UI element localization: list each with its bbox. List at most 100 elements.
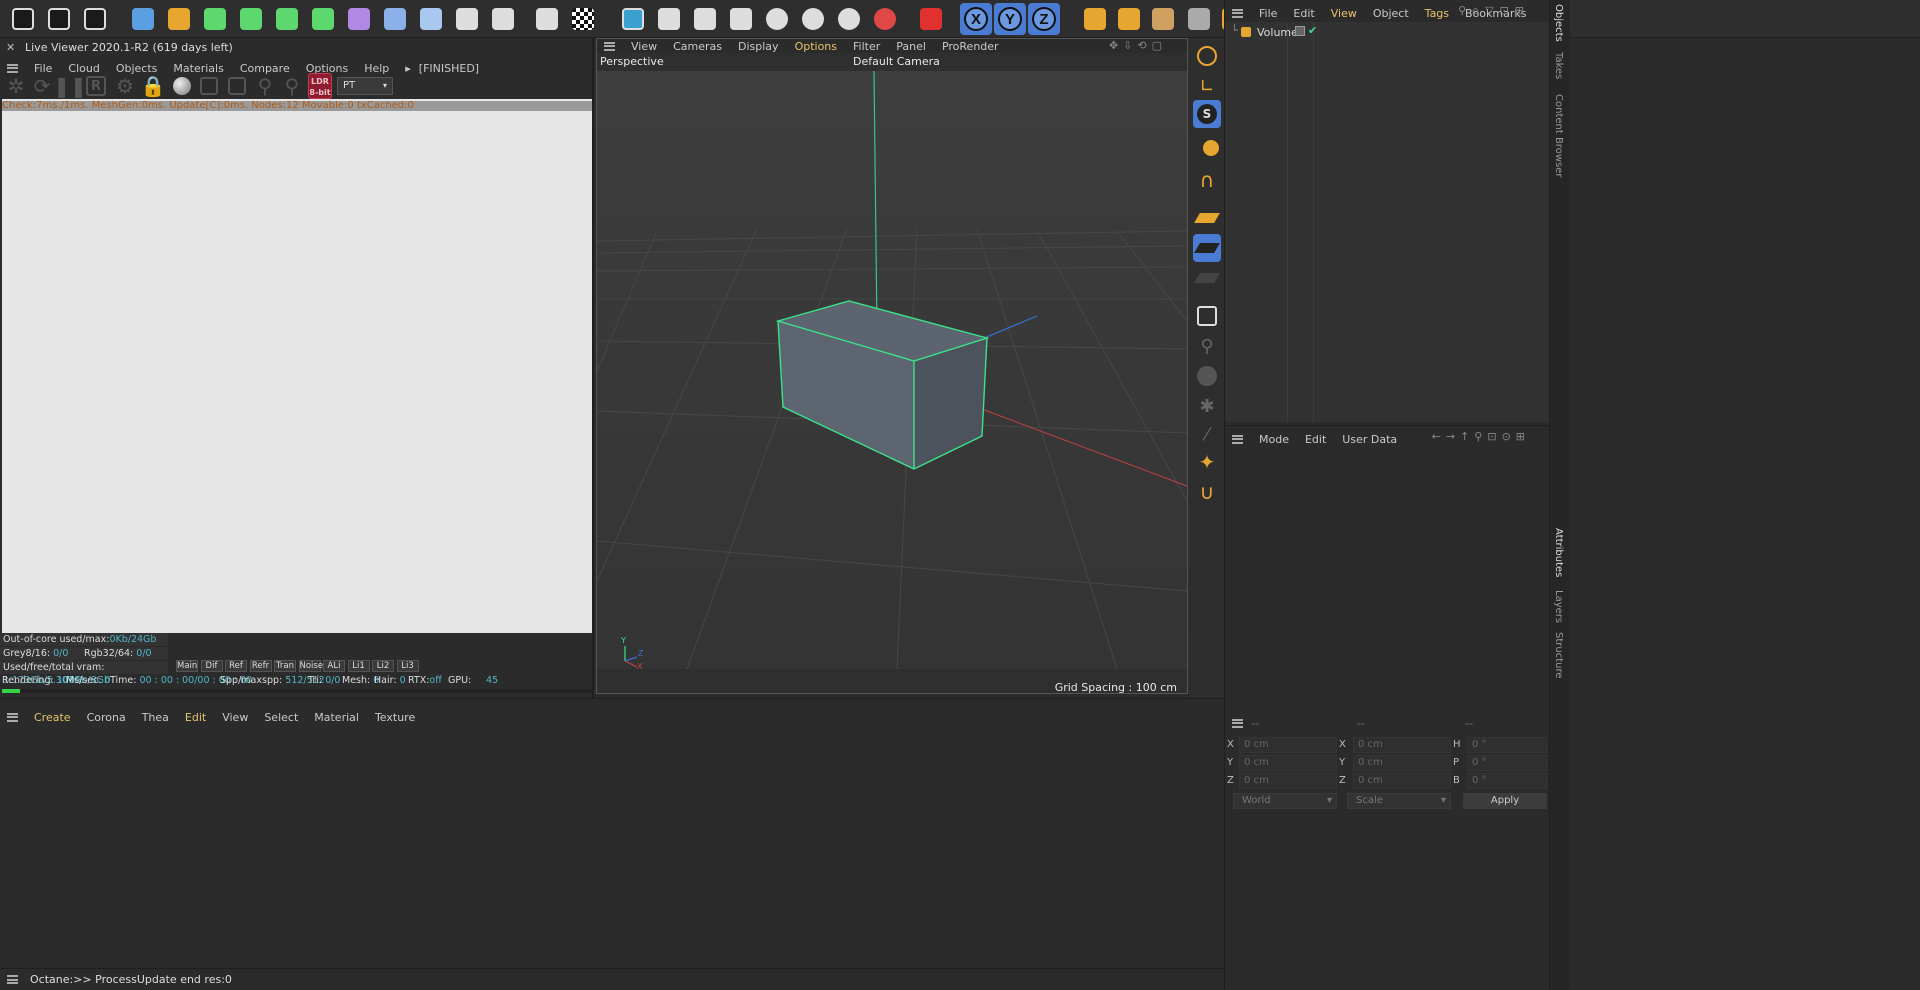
attr-menu-user-data[interactable]: User Data: [1342, 433, 1397, 446]
coord-scale-select[interactable]: Scale ▾: [1347, 793, 1451, 809]
channel-refr-button[interactable]: Refr: [249, 660, 272, 672]
mat-menu-create[interactable]: Create: [34, 711, 71, 724]
obj-menu-object[interactable]: Object: [1373, 7, 1409, 20]
coord-field[interactable]: 0 cm: [1353, 737, 1451, 753]
vp-menu-prorender[interactable]: ProRender: [942, 40, 999, 53]
camera-icon[interactable]: [452, 3, 482, 35]
obj-menu-tags[interactable]: Tags: [1425, 7, 1449, 20]
tab-structure[interactable]: Structure: [1553, 632, 1564, 679]
camera-name[interactable]: Default Camera: [853, 55, 940, 68]
render-region-icon[interactable]: [1193, 302, 1221, 330]
cube-gray-icon[interactable]: [1184, 3, 1214, 35]
frame-icon[interactable]: [225, 74, 249, 98]
mat-menu-texture[interactable]: Texture: [375, 711, 415, 724]
mat-menu-thea[interactable]: Thea: [142, 711, 169, 724]
tab-attributes[interactable]: Attributes: [1553, 528, 1564, 577]
region-render-icon[interactable]: R: [86, 76, 106, 96]
coord-field[interactable]: 0 cm: [1353, 755, 1451, 771]
hamburger-icon[interactable]: [1232, 718, 1243, 728]
checker-cube-icon[interactable]: [1114, 3, 1144, 35]
channel-ref-button[interactable]: Ref: [225, 660, 247, 672]
mat-menu-select[interactable]: Select: [264, 711, 298, 724]
attributes-nav-icons[interactable]: ←→↑⚲⊡⊙⊞: [1432, 430, 1530, 443]
hamburger-icon[interactable]: [7, 975, 18, 984]
coord-field[interactable]: 0 cm: [1239, 755, 1337, 771]
shuffle-icon[interactable]: [726, 3, 756, 35]
apply-button[interactable]: Apply: [1463, 793, 1547, 809]
render-mode-select[interactable]: PT ▾: [337, 77, 393, 95]
clapper-icon[interactable]: [8, 3, 38, 35]
aperture-icon[interactable]: ✲: [4, 74, 28, 98]
vp-menu-panel[interactable]: Panel: [896, 40, 926, 53]
coord-field[interactable]: 0 cm: [1239, 737, 1337, 753]
render-view-icon[interactable]: [44, 3, 74, 35]
render-settings-icon[interactable]: [80, 3, 110, 35]
tweak-icon[interactable]: ✦: [1193, 448, 1221, 476]
workplane-icon[interactable]: [1193, 204, 1221, 232]
solo-mode-icon[interactable]: S: [1193, 100, 1221, 128]
material-ball-icon[interactable]: [170, 74, 194, 98]
axis-lock-z-button[interactable]: Z: [1028, 3, 1060, 35]
grid-icon[interactable]: [532, 3, 562, 35]
lock-icon[interactable]: 🔒: [141, 74, 166, 98]
gear-cube-icon[interactable]: [272, 3, 302, 35]
mat-menu-edit[interactable]: Edit: [185, 711, 206, 724]
visibility-toggle-icon[interactable]: [1295, 26, 1305, 36]
settings-gear-icon[interactable]: ⚙: [113, 74, 137, 98]
tab-objects[interactable]: Objects: [1553, 4, 1564, 42]
cube-orange-icon[interactable]: [1080, 3, 1110, 35]
coord-field[interactable]: 0 °: [1467, 773, 1547, 789]
tab-layers[interactable]: Layers: [1553, 590, 1564, 623]
viewport-nav-icons[interactable]: ✥⇩⟲▢: [1109, 39, 1167, 52]
objects-tool-icons[interactable]: ⚲⌂▽⊡⊞: [1458, 4, 1530, 17]
channel-main-button[interactable]: Main: [176, 660, 198, 672]
hamburger-icon[interactable]: [604, 41, 615, 51]
attr-menu-edit[interactable]: Edit: [1305, 433, 1326, 446]
obj-menu-file[interactable]: File: [1259, 7, 1277, 20]
object-list[interactable]: └ Volume ✔: [1225, 22, 1550, 422]
pen-icon[interactable]: [164, 3, 194, 35]
help-badge-icon[interactable]: [870, 3, 900, 35]
coord-field[interactable]: 0 °: [1467, 755, 1547, 771]
blend-icon[interactable]: [834, 3, 864, 35]
checker-icon[interactable]: [568, 3, 598, 35]
capsule-icon[interactable]: [380, 3, 410, 35]
vp-menu-options[interactable]: Options: [795, 40, 837, 53]
coord-field[interactable]: 0 cm: [1353, 773, 1451, 789]
channel-dif-button[interactable]: Dif: [200, 660, 223, 672]
coord-field[interactable]: 0 cm: [1239, 773, 1337, 789]
check-icon[interactable]: ✔: [1308, 24, 1317, 37]
render-canvas[interactable]: [2, 99, 592, 633]
mat-menu-corona[interactable]: Corona: [87, 711, 126, 724]
workplane-lock-icon[interactable]: [1193, 234, 1221, 262]
hamburger-icon[interactable]: [7, 712, 18, 722]
restart-icon[interactable]: ⟳: [30, 74, 54, 98]
hamburger-icon[interactable]: [1232, 434, 1243, 444]
octane-clapper-icon[interactable]: [618, 3, 648, 35]
coord-space-select[interactable]: World ▾: [1233, 793, 1337, 809]
mat-menu-material[interactable]: Material: [314, 711, 359, 724]
channel-noise-button[interactable]: Noise: [298, 660, 323, 672]
attr-menu-mode[interactable]: Mode: [1259, 433, 1289, 446]
hamburger-icon[interactable]: [1232, 8, 1243, 18]
pin-icon[interactable]: ⚲: [280, 74, 304, 98]
half-circle-icon[interactable]: [690, 3, 720, 35]
paint-icon[interactable]: ⚲: [1193, 332, 1221, 360]
channel-li3-button[interactable]: Li3: [396, 660, 419, 672]
vp-menu-view[interactable]: View: [631, 40, 657, 53]
axis-mode-icon[interactable]: ∟: [1193, 72, 1221, 100]
cube-outline-icon[interactable]: [1148, 3, 1178, 35]
magnet-icon[interactable]: ∩: [1193, 166, 1221, 194]
mix-icon[interactable]: [798, 3, 828, 35]
snapshot-icon[interactable]: [916, 3, 946, 35]
cube-icon[interactable]: [128, 3, 158, 35]
vp-menu-filter[interactable]: Filter: [853, 40, 880, 53]
solo-hierarchy-icon[interactable]: [1193, 130, 1221, 158]
mat-menu-view[interactable]: View: [222, 711, 248, 724]
floor-icon[interactable]: [416, 3, 446, 35]
tab-content-browser[interactable]: Content Browser: [1553, 94, 1564, 177]
array-cube-icon[interactable]: [308, 3, 338, 35]
channel-tran-button[interactable]: Tran: [274, 660, 296, 672]
octane-settings-icon[interactable]: [654, 3, 684, 35]
select-mode-icon[interactable]: [1193, 42, 1221, 70]
